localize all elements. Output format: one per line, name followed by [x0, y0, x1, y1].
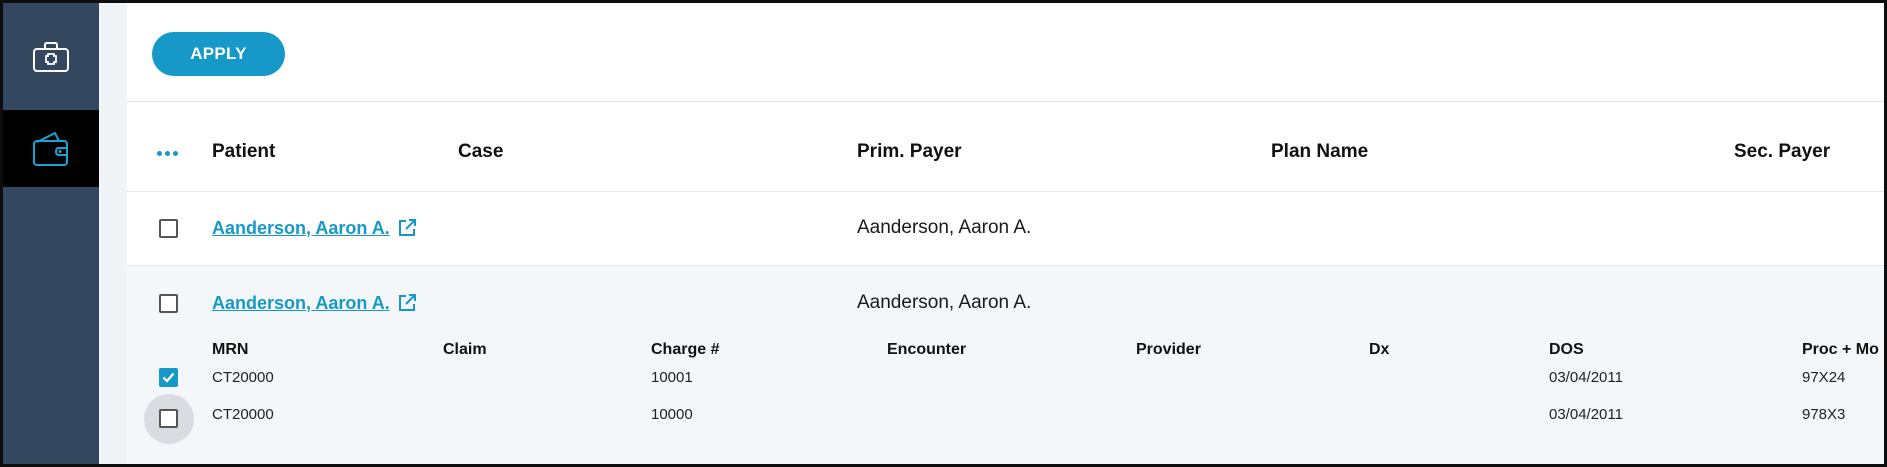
table-header: Patient Case Prim. Payer Plan Name Sec. …: [127, 102, 1884, 192]
claim-checkbox[interactable]: [159, 368, 178, 387]
claims-header-mrn: MRN: [212, 341, 249, 358]
patient-link[interactable]: Aanderson, Aaron A.: [212, 218, 390, 239]
apply-button[interactable]: APPLY: [152, 32, 285, 76]
sidebar-item-billing[interactable]: [3, 110, 99, 187]
table-row[interactable]: Aanderson, Aaron A. Aanderson, Aaron A.: [127, 192, 1884, 266]
claim-mrn-cell: CT20000: [212, 406, 274, 423]
app-window: APPLY Patient Case Prim. Payer Plan Name…: [0, 0, 1887, 467]
claim-dos-cell: 03/04/2011: [1549, 406, 1623, 423]
wallet-icon: [33, 131, 68, 166]
column-header-prim-payer[interactable]: Prim. Payer: [857, 102, 962, 202]
external-link-icon[interactable]: [397, 218, 417, 238]
patient-link[interactable]: Aanderson, Aaron A.: [212, 293, 390, 314]
sidebar: [3, 3, 99, 464]
medical-kit-icon: [33, 41, 69, 72]
claims-header-encounter: Encounter: [887, 341, 967, 358]
check-icon: [162, 372, 175, 383]
claim-proc-cell: 978X3: [1802, 406, 1846, 423]
claims-header-dx: Dx: [1369, 341, 1390, 358]
claim-charge-cell: 10000: [651, 406, 693, 423]
content-gutter: [99, 3, 127, 464]
claims-header-dos: DOS: [1549, 341, 1584, 358]
claim-checkbox[interactable]: [159, 409, 178, 428]
row-checkbox[interactable]: [159, 219, 178, 238]
column-header-patient[interactable]: Patient: [212, 102, 275, 202]
prim-payer-cell: Aanderson, Aaron A.: [857, 217, 1032, 238]
external-link-icon[interactable]: [397, 293, 417, 313]
more-options-icon[interactable]: [157, 151, 178, 156]
column-header-case[interactable]: Case: [458, 102, 503, 202]
row-checkbox[interactable]: [159, 294, 178, 313]
table-row-expanded[interactable]: Aanderson, Aaron A. Aanderson, Aaron A. …: [127, 266, 1884, 464]
sidebar-item-medical[interactable]: [3, 3, 99, 110]
main-panel: APPLY Patient Case Prim. Payer Plan Name…: [127, 3, 1884, 464]
claims-header-charge: Charge #: [651, 341, 720, 358]
column-header-sec-payer[interactable]: Sec. Payer: [1734, 102, 1830, 202]
prim-payer-cell: Aanderson, Aaron A.: [857, 292, 1032, 313]
claim-proc-cell: 97X24: [1802, 369, 1846, 386]
claims-header-claim: Claim: [443, 341, 487, 358]
claims-header-proc: Proc + Mo: [1802, 341, 1879, 358]
claim-mrn-cell: CT20000: [212, 369, 274, 386]
claim-charge-cell: 10001: [651, 369, 693, 386]
column-header-plan-name[interactable]: Plan Name: [1271, 102, 1368, 202]
claims-header-provider: Provider: [1136, 341, 1201, 358]
claim-dos-cell: 03/04/2011: [1549, 369, 1623, 386]
toolbar: APPLY: [127, 3, 1884, 102]
